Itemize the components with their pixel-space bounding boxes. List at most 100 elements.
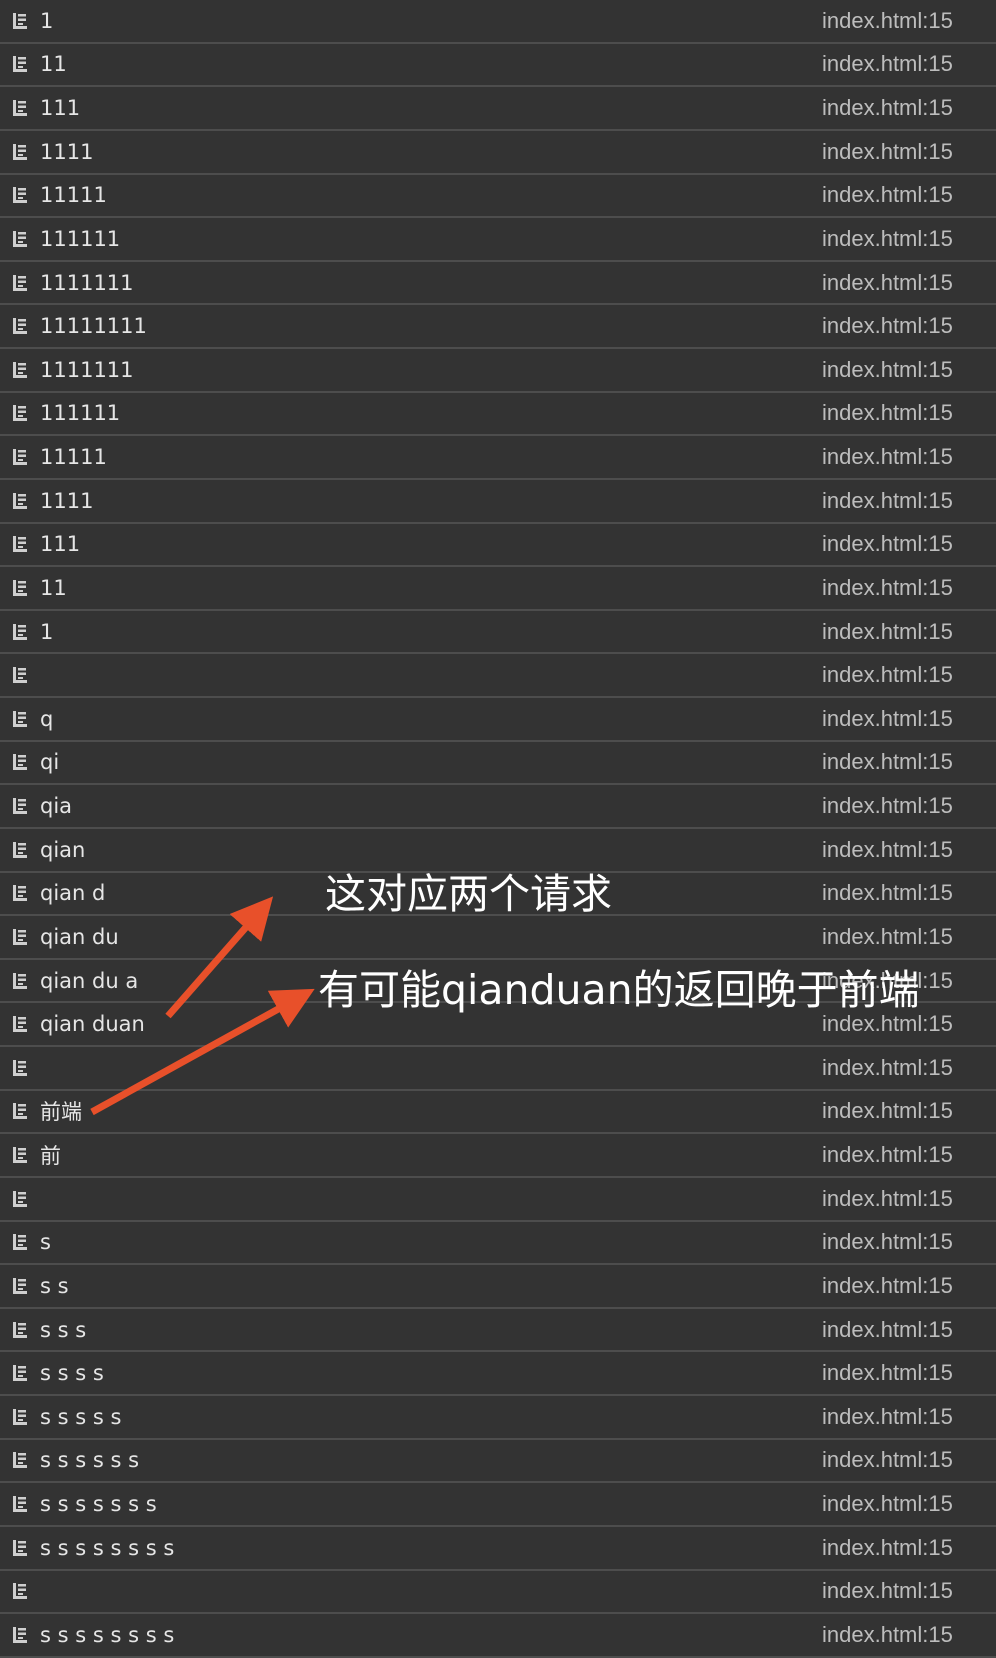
log-message: 111111	[40, 401, 121, 426]
log-message: 11111111	[40, 314, 147, 339]
console-log-icon	[13, 841, 27, 858]
console-log-row[interactable]: 111 index.html:15	[0, 87, 996, 131]
source-link[interactable]: index.html:15	[822, 51, 953, 77]
log-message: 11	[40, 575, 67, 600]
source-link[interactable]: index.html:15	[822, 1404, 953, 1430]
console-log-icon	[13, 230, 27, 247]
source-link[interactable]: index.html:15	[822, 444, 953, 470]
console-log-icon	[13, 1539, 27, 1556]
console-log-icon	[13, 1626, 27, 1643]
source-link[interactable]: index.html:15	[822, 357, 953, 383]
source-link[interactable]: index.html:15	[822, 1011, 953, 1037]
console-log-row[interactable]: qian index.html:15	[0, 829, 996, 873]
console-log-row[interactable]: 111111 index.html:15	[0, 393, 996, 437]
log-message: s s s s s s s s	[40, 1622, 175, 1647]
console-log-row[interactable]: 111111 index.html:15	[0, 218, 996, 262]
source-link[interactable]: index.html:15	[822, 575, 953, 601]
console-log-row[interactable]: 1 index.html:15	[0, 0, 996, 44]
source-link[interactable]: index.html:15	[822, 793, 953, 819]
console-log-row[interactable]: index.html:15	[0, 1047, 996, 1091]
console-log-row[interactable]: s s index.html:15	[0, 1265, 996, 1309]
console-log-row[interactable]: 1111111 index.html:15	[0, 262, 996, 306]
source-link[interactable]: index.html:15	[822, 1535, 953, 1561]
source-link[interactable]: index.html:15	[822, 531, 953, 557]
log-message: s s s s	[40, 1361, 104, 1386]
source-link[interactable]: index.html:15	[822, 270, 953, 296]
log-message: s	[40, 1230, 51, 1255]
source-link[interactable]: index.html:15	[822, 924, 953, 950]
console-log-icon	[13, 318, 27, 335]
source-link[interactable]: index.html:15	[822, 706, 953, 732]
console-log-icon	[13, 710, 27, 727]
console-log-row[interactable]: qi index.html:15	[0, 742, 996, 786]
source-link[interactable]: index.html:15	[822, 95, 953, 121]
source-link[interactable]: index.html:15	[822, 488, 953, 514]
source-link[interactable]: index.html:15	[822, 1142, 953, 1168]
console-log-icon	[13, 623, 27, 640]
console-log-row[interactable]: s s s s s s index.html:15	[0, 1440, 996, 1484]
log-message: qian d	[40, 881, 106, 906]
source-link[interactable]: index.html:15	[822, 619, 953, 645]
console-log-icon	[13, 12, 27, 29]
source-link[interactable]: index.html:15	[822, 1360, 953, 1386]
console-log-row[interactable]: qian du index.html:15	[0, 916, 996, 960]
log-message: 1111111	[40, 357, 134, 382]
log-message: 1111111	[40, 270, 134, 295]
console-log-row[interactable]: 1111111 index.html:15	[0, 349, 996, 393]
log-message: 111111	[40, 226, 121, 251]
console-log-row[interactable]: index.html:15	[0, 1178, 996, 1222]
console-log-icon	[13, 100, 27, 117]
console-log-row[interactable]: 1111 index.html:15	[0, 480, 996, 524]
source-link[interactable]: index.html:15	[822, 1098, 953, 1124]
source-link[interactable]: index.html:15	[822, 1055, 953, 1081]
console-log-row[interactable]: s index.html:15	[0, 1222, 996, 1266]
source-link[interactable]: index.html:15	[822, 226, 953, 252]
console-log-row[interactable]: s s s s s s s s index.html:15	[0, 1527, 996, 1571]
log-message: qian du a	[40, 968, 139, 993]
console-log-row[interactable]: s s s s s s s index.html:15	[0, 1483, 996, 1527]
source-link[interactable]: index.html:15	[822, 1186, 953, 1212]
console-log-row[interactable]: index.html:15	[0, 654, 996, 698]
console-log-row[interactable]: q index.html:15	[0, 698, 996, 742]
console-log-row[interactable]: qia index.html:15	[0, 785, 996, 829]
console-log-row[interactable]: 11111111 index.html:15	[0, 305, 996, 349]
source-link[interactable]: index.html:15	[822, 1447, 953, 1473]
console-log-icon	[13, 361, 27, 378]
console-log-row[interactable]: index.html:15	[0, 1571, 996, 1615]
source-link[interactable]: index.html:15	[822, 400, 953, 426]
source-link[interactable]: index.html:15	[822, 1273, 953, 1299]
source-link[interactable]: index.html:15	[822, 1491, 953, 1517]
source-link[interactable]: index.html:15	[822, 8, 953, 34]
console-log-icon	[13, 1583, 27, 1600]
annotation-note-2: 有可能qianduan的返回晚于前端	[318, 966, 920, 1014]
log-message: 1111	[40, 139, 94, 164]
source-link[interactable]: index.html:15	[822, 313, 953, 339]
source-link[interactable]: index.html:15	[822, 749, 953, 775]
console-log-row[interactable]: 1 index.html:15	[0, 611, 996, 655]
source-link[interactable]: index.html:15	[822, 182, 953, 208]
console-log-row[interactable]: 前端 index.html:15	[0, 1091, 996, 1135]
source-link[interactable]: index.html:15	[822, 662, 953, 688]
console-log-row[interactable]: 11 index.html:15	[0, 567, 996, 611]
console-log-row[interactable]: 11111 index.html:15	[0, 436, 996, 480]
log-message: qi	[40, 750, 60, 775]
source-link[interactable]: index.html:15	[822, 1578, 953, 1604]
console-log-row[interactable]: s s s s s index.html:15	[0, 1396, 996, 1440]
console-log-icon	[13, 1059, 27, 1076]
source-link[interactable]: index.html:15	[822, 1229, 953, 1255]
console-log-row[interactable]: 前 index.html:15	[0, 1134, 996, 1178]
console-log-row[interactable]: 1111 index.html:15	[0, 131, 996, 175]
console-log-row[interactable]: 111 index.html:15	[0, 524, 996, 568]
log-message: 前	[40, 1144, 61, 1169]
source-link[interactable]: index.html:15	[822, 837, 953, 863]
console-log-icon	[13, 449, 27, 466]
console-log-row[interactable]: 11 index.html:15	[0, 44, 996, 88]
console-log-row[interactable]: s s s s index.html:15	[0, 1352, 996, 1396]
console-log-row[interactable]: 11111 index.html:15	[0, 175, 996, 219]
source-link[interactable]: index.html:15	[822, 139, 953, 165]
source-link[interactable]: index.html:15	[822, 1622, 953, 1648]
source-link[interactable]: index.html:15	[822, 880, 953, 906]
console-log-row[interactable]: s s s index.html:15	[0, 1309, 996, 1353]
source-link[interactable]: index.html:15	[822, 1317, 953, 1343]
console-log-row[interactable]: s s s s s s s s index.html:15	[0, 1614, 996, 1658]
